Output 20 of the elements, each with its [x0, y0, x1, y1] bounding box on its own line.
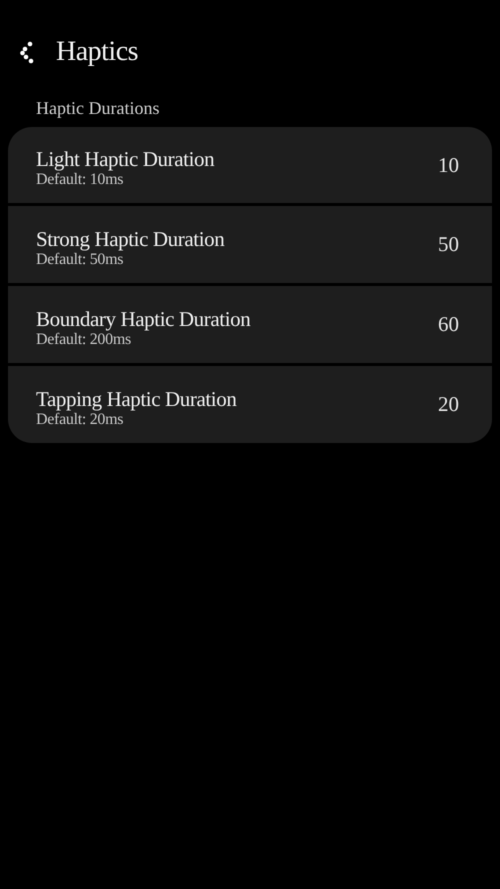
setting-row[interactable]: Boundary Haptic Duration Default: 200ms 60: [8, 286, 492, 363]
section-title: Haptic Durations: [36, 97, 160, 119]
setting-description: Default: 20ms: [36, 410, 124, 428]
setting-description: Default: 200ms: [36, 330, 132, 348]
setting-value: 50: [438, 232, 459, 257]
setting-value: 10: [438, 152, 459, 178]
page-title: Haptics: [56, 36, 138, 68]
back-icon: [20, 40, 36, 64]
setting-value: 60: [438, 312, 459, 337]
setting-description: Default: 50ms: [36, 250, 124, 268]
setting-label: Tapping Haptic Duration: [36, 386, 238, 410]
setting-label: Light Haptic Duration: [36, 147, 216, 171]
setting-row[interactable]: Tapping Haptic Duration Default: 20ms 20: [8, 366, 492, 443]
setting-row[interactable]: Strong Haptic Duration Default: 50ms 50: [8, 206, 492, 283]
setting-label: Boundary Haptic Duration: [36, 306, 252, 330]
setting-description: Default: 10ms: [36, 171, 124, 189]
setting-row[interactable]: Light Haptic Duration Default: 10ms 10: [8, 127, 492, 203]
back-button[interactable]: [20, 40, 36, 64]
setting-label: Strong Haptic Duration: [36, 226, 226, 250]
setting-value: 20: [438, 392, 459, 417]
